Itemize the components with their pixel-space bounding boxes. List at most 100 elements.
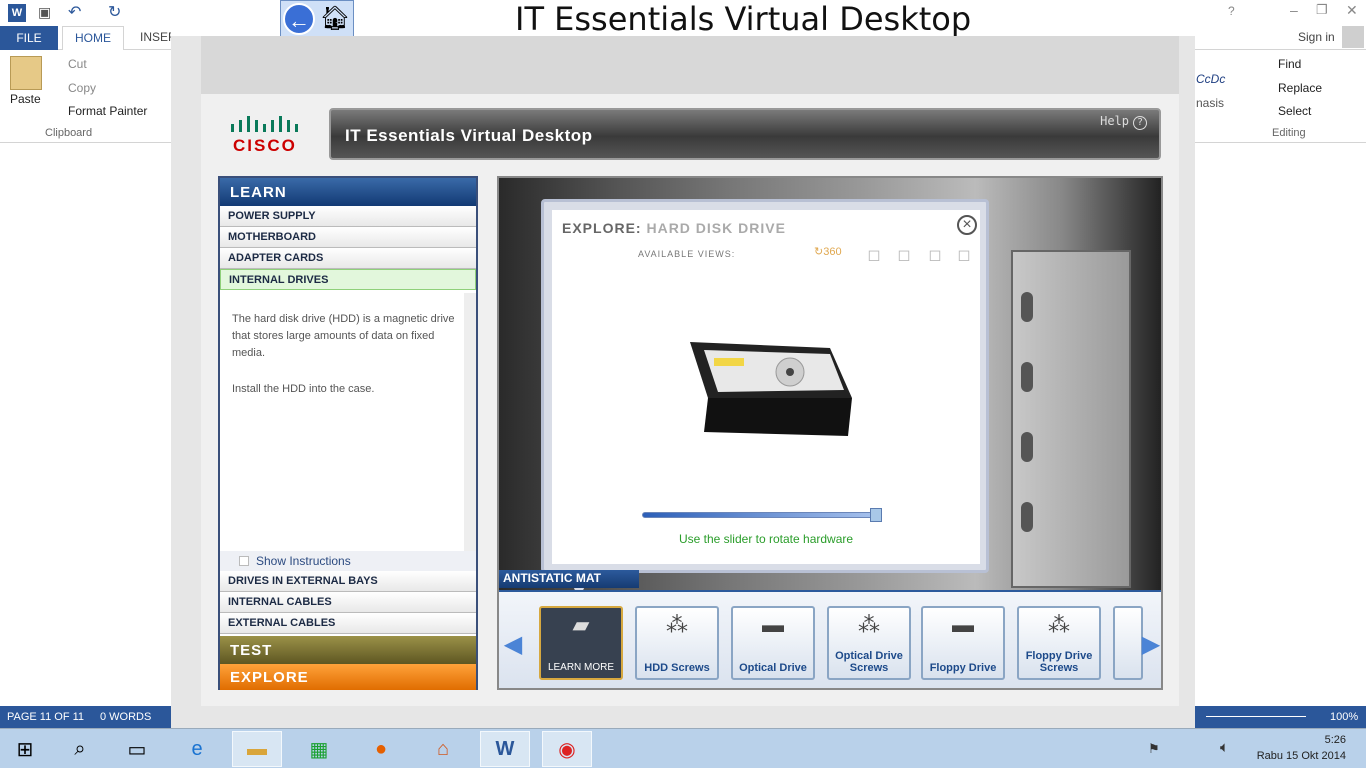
menu-item-internal-drives[interactable]: INTERNAL DRIVES [220, 269, 476, 290]
start-icon[interactable]: ⊞ [0, 731, 50, 767]
view-360-icon[interactable]: ↻360 [814, 245, 842, 263]
tray-flag-icon[interactable]: ⚑ [1148, 741, 1160, 757]
menu-item-power-supply[interactable]: POWER SUPPLY [220, 206, 476, 227]
user-avatar[interactable] [1342, 26, 1364, 48]
app-panel: CISCO IT Essentials Virtual Desktop Help… [201, 94, 1179, 706]
paste-icon[interactable] [10, 56, 42, 90]
floppy-drive-icon: ▬ [952, 612, 974, 637]
learn-more-label: LEARN MORE [547, 662, 615, 673]
select-button[interactable]: Select [1278, 104, 1311, 118]
menu-item-motherboard[interactable]: MOTHERBOARD [220, 227, 476, 248]
tab-home[interactable]: HOME [62, 26, 124, 51]
word-count[interactable]: 0 WORDS [100, 711, 151, 723]
file-explorer-icon[interactable]: ▬ [232, 731, 282, 767]
home-nav-icon[interactable]: 🏠︎ [319, 3, 351, 35]
help-button[interactable]: Help? [1100, 114, 1147, 130]
cut-button[interactable]: Cut [68, 57, 87, 71]
volume-icon[interactable]: 🔈︎ [1220, 739, 1229, 756]
undo-icon[interactable]: ↶ [68, 2, 81, 22]
minimize-icon[interactable]: – [1290, 2, 1298, 18]
menu-item-adapter-cards[interactable]: ADAPTER CARDS [220, 248, 476, 269]
tray-item-hdd-screws[interactable]: ⁂ HDD Screws [635, 606, 719, 680]
help-question-icon: ? [1133, 116, 1147, 130]
cage-slot [1021, 292, 1033, 322]
title-banner: IT Essentials Virtual Desktop Help? [329, 108, 1161, 160]
cisco-bars-icon [231, 116, 298, 132]
show-instructions-checkbox[interactable] [239, 556, 249, 566]
rotate-slider[interactable] [642, 508, 886, 524]
slider-track[interactable] [642, 512, 882, 518]
tray-item-optical-drive[interactable]: ▬ Optical Drive [731, 606, 815, 680]
style-fragment[interactable]: CcDc [1196, 72, 1225, 86]
paste-button[interactable]: Paste [10, 92, 41, 106]
show-instructions-toggle[interactable]: Show Instructions [220, 551, 476, 571]
task-view-icon[interactable]: ▭ [112, 731, 162, 767]
cisco-wordmark: CISCO [233, 136, 297, 155]
explore-title-item: HARD DISK DRIVE [646, 220, 786, 236]
antistatic-mat-label: ANTISTATIC MAT [499, 570, 639, 588]
clock[interactable]: 5:26 Rabu 15 Okt 2014 [1257, 732, 1346, 764]
case-drive-cage[interactable] [1011, 250, 1131, 588]
redo-icon[interactable]: ↻ [108, 2, 121, 22]
zoom-slider[interactable] [1206, 716, 1306, 717]
replace-button[interactable]: Replace [1278, 81, 1322, 95]
tray-item-optical-drive-screws[interactable]: ⁂ Optical Drive Screws [827, 606, 911, 680]
restore-icon[interactable]: ❐ [1316, 2, 1328, 18]
explore-heading[interactable]: EXPLORE [220, 664, 476, 690]
emphasis-style-fragment[interactable]: nasis [1196, 96, 1224, 110]
tray-item-partial[interactable] [1113, 606, 1143, 680]
screws-icon: ⁂ [666, 612, 688, 637]
slider-caption: Use the slider to rotate hardware [678, 532, 854, 546]
learn-heading[interactable]: LEARN [220, 178, 476, 206]
word-icon[interactable]: W [480, 731, 530, 767]
menu-item-internal-cables[interactable]: INTERNAL CABLES [220, 592, 476, 613]
copy-button[interactable]: Copy [68, 81, 96, 95]
cage-slot [1021, 362, 1033, 392]
page-count[interactable]: PAGE 11 OF 11 [7, 711, 84, 723]
clock-time: 5:26 [1324, 734, 1346, 746]
hardware-viewer[interactable]: EXPLORE: HARD DISK DRIVE × AVAILABLE VIE… [497, 176, 1163, 690]
home-icon[interactable]: ⌂ [418, 731, 468, 767]
show-instructions-label: Show Instructions [256, 554, 351, 568]
cisco-app-icon[interactable]: ◉ [542, 731, 592, 767]
tray-item-floppy-drive-screws[interactable]: ⁂ Floppy Drive Screws [1017, 606, 1101, 680]
slider-thumb[interactable] [870, 508, 882, 522]
word-app-icon[interactable]: W [8, 4, 26, 22]
zoom-level[interactable]: 100% [1330, 711, 1358, 723]
close-window-icon[interactable]: ✕ [1346, 2, 1358, 19]
view-back-icon[interactable]: ◻ [954, 245, 974, 264]
menu-item-external-cables[interactable]: EXTERNAL CABLES [220, 613, 476, 634]
firefox-icon[interactable]: ● [356, 731, 406, 767]
description-text: The hard disk drive (HDD) is a magnetic … [232, 313, 455, 359]
find-button[interactable]: Find [1278, 57, 1301, 71]
search-icon[interactable]: ⌕ [55, 731, 105, 767]
close-icon[interactable]: × [957, 215, 977, 235]
view-top-icon[interactable]: ◻ [925, 245, 945, 264]
explore-dialog: EXPLORE: HARD DISK DRIVE × AVAILABLE VIE… [541, 199, 989, 573]
tray-right-arrow-icon[interactable]: ▶ [1142, 606, 1160, 682]
screws-icon: ⁂ [1048, 612, 1070, 637]
tray-item-label: Optical Drive Screws [835, 650, 903, 674]
description-box: The hard disk drive (HDD) is a magnetic … [220, 293, 476, 553]
view-side-icon[interactable]: ◻ [894, 245, 914, 264]
nav-buttons: ← 🏠︎ [280, 0, 354, 37]
tab-file[interactable]: FILE [0, 26, 58, 50]
help-icon[interactable]: ? [1228, 4, 1235, 18]
tray-item-floppy-drive[interactable]: ▬ Floppy Drive [921, 606, 1005, 680]
save-icon[interactable]: ▣ [38, 4, 51, 21]
hard-disk-drive-image[interactable] [680, 340, 856, 444]
tray-item-label: Optical Drive [739, 662, 807, 674]
app-header: ← 🏠︎ IT Essentials Virtual Desktop [171, 0, 1195, 38]
store-icon[interactable]: ▦ [294, 731, 344, 767]
format-painter-button[interactable]: Format Painter [68, 104, 147, 118]
test-heading[interactable]: TEST [220, 636, 476, 664]
explore-title-prefix: EXPLORE: [562, 220, 642, 236]
view-front-icon[interactable]: ◻ [864, 245, 884, 264]
back-icon[interactable]: ← [283, 3, 315, 35]
sign-in-link[interactable]: Sign in [1298, 30, 1335, 44]
internet-explorer-icon[interactable]: e [172, 731, 222, 767]
tray-item-hdd[interactable]: ▰ LEARN MORE [539, 606, 623, 680]
tray-left-arrow-icon[interactable]: ◀ [504, 606, 522, 682]
cage-slot [1021, 432, 1033, 462]
menu-item-drives-external-bays[interactable]: DRIVES IN EXTERNAL BAYS [220, 571, 476, 592]
